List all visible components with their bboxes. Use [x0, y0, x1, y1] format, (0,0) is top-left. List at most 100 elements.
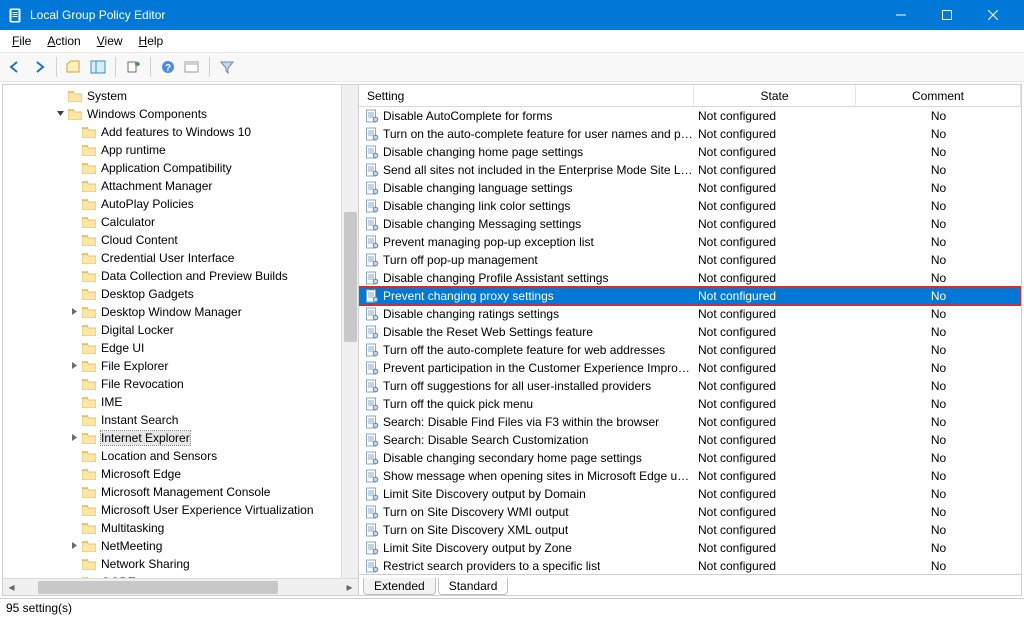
tree-item[interactable]: Cloud Content: [3, 231, 358, 249]
setting-row[interactable]: Turn on the auto-complete feature for us…: [359, 125, 1021, 143]
tree-item[interactable]: Microsoft Edge: [3, 465, 358, 483]
properties-button[interactable]: [181, 56, 203, 78]
back-button[interactable]: [4, 56, 26, 78]
tree-item[interactable]: System: [3, 87, 358, 105]
tree-item[interactable]: OOBE: [3, 573, 358, 578]
tree-item[interactable]: Attachment Manager: [3, 177, 358, 195]
tree-item[interactable]: Credential User Interface: [3, 249, 358, 267]
forward-button[interactable]: [28, 56, 50, 78]
setting-row[interactable]: Disable changing home page settingsNot c…: [359, 143, 1021, 161]
folder-icon: [81, 125, 97, 139]
tree-expander-icon[interactable]: [53, 107, 67, 121]
tree-expander-icon[interactable]: [67, 359, 81, 373]
header-setting[interactable]: Setting: [359, 85, 694, 106]
setting-row[interactable]: Turn on Site Discovery WMI outputNot con…: [359, 503, 1021, 521]
setting-row[interactable]: Disable changing Messaging settingsNot c…: [359, 215, 1021, 233]
setting-row[interactable]: Disable changing link color settingsNot …: [359, 197, 1021, 215]
tree-item[interactable]: Instant Search: [3, 411, 358, 429]
tree-item-label: Add features to Windows 10: [101, 125, 251, 139]
tree-item[interactable]: File Explorer: [3, 357, 358, 375]
tree[interactable]: SystemWindows Components Add features to …: [3, 85, 358, 578]
tree-item[interactable]: Edge UI: [3, 339, 358, 357]
setting-row[interactable]: Prevent participation in the Customer Ex…: [359, 359, 1021, 377]
tree-item[interactable]: Multitasking: [3, 519, 358, 537]
setting-name: Disable changing Profile Assistant setti…: [383, 271, 608, 285]
toolbar-separator: [115, 57, 116, 77]
tree-item[interactable]: Network Sharing: [3, 555, 358, 573]
setting-row[interactable]: Turn off suggestions for all user-instal…: [359, 377, 1021, 395]
setting-state: Not configured: [694, 469, 856, 483]
tree-item[interactable]: Microsoft User Experience Virtualization: [3, 501, 358, 519]
header-state[interactable]: State: [694, 85, 856, 106]
folder-icon: [81, 503, 97, 517]
policy-icon: [365, 415, 379, 429]
tab-standard[interactable]: Standard: [438, 578, 509, 595]
menu-file[interactable]: File: [4, 32, 39, 50]
setting-row[interactable]: Limit Site Discovery output by DomainNot…: [359, 485, 1021, 503]
close-button[interactable]: [970, 0, 1016, 30]
setting-row[interactable]: Disable changing language settingsNot co…: [359, 179, 1021, 197]
tree-item[interactable]: Application Compatibility: [3, 159, 358, 177]
grid-body[interactable]: Disable AutoComplete for formsNot config…: [359, 107, 1021, 574]
minimize-button[interactable]: [878, 0, 924, 30]
tree-item[interactable]: Data Collection and Preview Builds: [3, 267, 358, 285]
tree-expander-icon[interactable]: [67, 305, 81, 319]
setting-row[interactable]: Restrict search providers to a specific …: [359, 557, 1021, 574]
folder-icon: [81, 233, 97, 247]
setting-state: Not configured: [694, 253, 856, 267]
header-comment[interactable]: Comment: [856, 85, 1021, 106]
setting-state: Not configured: [694, 127, 856, 141]
setting-row[interactable]: Limit Site Discovery output by ZoneNot c…: [359, 539, 1021, 557]
help-button[interactable]: ?: [157, 56, 179, 78]
tree-item[interactable]: Calculator: [3, 213, 358, 231]
toolbar: ?: [0, 52, 1024, 82]
up-button[interactable]: [63, 56, 85, 78]
tree-item[interactable]: AutoPlay Policies: [3, 195, 358, 213]
tree-expander-icon[interactable]: [67, 539, 81, 553]
setting-row[interactable]: Disable changing ratings settingsNot con…: [359, 305, 1021, 323]
setting-row[interactable]: Disable changing Profile Assistant setti…: [359, 269, 1021, 287]
tree-item[interactable]: Desktop Window Manager: [3, 303, 358, 321]
tree-item[interactable]: IME: [3, 393, 358, 411]
setting-row[interactable]: Show message when opening sites in Micro…: [359, 467, 1021, 485]
setting-row[interactable]: Turn off the quick pick menuNot configur…: [359, 395, 1021, 413]
tree-item[interactable]: Desktop Gadgets: [3, 285, 358, 303]
setting-row[interactable]: Turn on Site Discovery XML outputNot con…: [359, 521, 1021, 539]
tree-item[interactable]: Digital Locker: [3, 321, 358, 339]
setting-row[interactable]: Prevent managing pop-up exception listNo…: [359, 233, 1021, 251]
folder-icon: [81, 287, 97, 301]
export-button[interactable]: [122, 56, 144, 78]
setting-row[interactable]: Search: Disable Search CustomizationNot …: [359, 431, 1021, 449]
tree-expander-icon[interactable]: [67, 431, 81, 445]
tree-item[interactable]: Internet Explorer: [3, 429, 358, 447]
setting-row[interactable]: Turn off the auto-complete feature for w…: [359, 341, 1021, 359]
menu-action[interactable]: Action: [39, 32, 88, 50]
tree-item[interactable]: NetMeeting: [3, 537, 358, 555]
folder-icon: [81, 467, 97, 481]
show-hide-tree-button[interactable]: [87, 56, 109, 78]
policy-icon: [365, 505, 379, 519]
tree-hscrollbar[interactable]: ◂▸: [3, 578, 358, 595]
tree-item[interactable]: Add features to Windows 10: [3, 123, 358, 141]
setting-row[interactable]: Search: Disable Find Files via F3 within…: [359, 413, 1021, 431]
tree-item-label: Microsoft Management Console: [101, 485, 270, 499]
setting-name: Turn on Site Discovery WMI output: [383, 505, 569, 519]
tab-extended[interactable]: Extended: [363, 578, 436, 595]
menu-view[interactable]: View: [89, 32, 131, 50]
tree-item[interactable]: Microsoft Management Console: [3, 483, 358, 501]
tree-item[interactable]: Windows Components: [3, 105, 358, 123]
setting-comment: No: [856, 253, 1021, 267]
setting-row[interactable]: Send all sites not included in the Enter…: [359, 161, 1021, 179]
menu-help[interactable]: Help: [131, 32, 172, 50]
filter-button[interactable]: [216, 56, 238, 78]
maximize-button[interactable]: [924, 0, 970, 30]
setting-row[interactable]: Disable changing secondary home page set…: [359, 449, 1021, 467]
setting-row[interactable]: Disable AutoComplete for formsNot config…: [359, 107, 1021, 125]
tree-item[interactable]: File Revocation: [3, 375, 358, 393]
tree-item[interactable]: Location and Sensors: [3, 447, 358, 465]
setting-row[interactable]: Prevent changing proxy settingsNot confi…: [359, 287, 1021, 305]
setting-row[interactable]: Disable the Reset Web Settings featureNo…: [359, 323, 1021, 341]
setting-row[interactable]: Turn off pop-up managementNot configured…: [359, 251, 1021, 269]
tree-vscrollbar[interactable]: [341, 85, 358, 578]
tree-item[interactable]: App runtime: [3, 141, 358, 159]
